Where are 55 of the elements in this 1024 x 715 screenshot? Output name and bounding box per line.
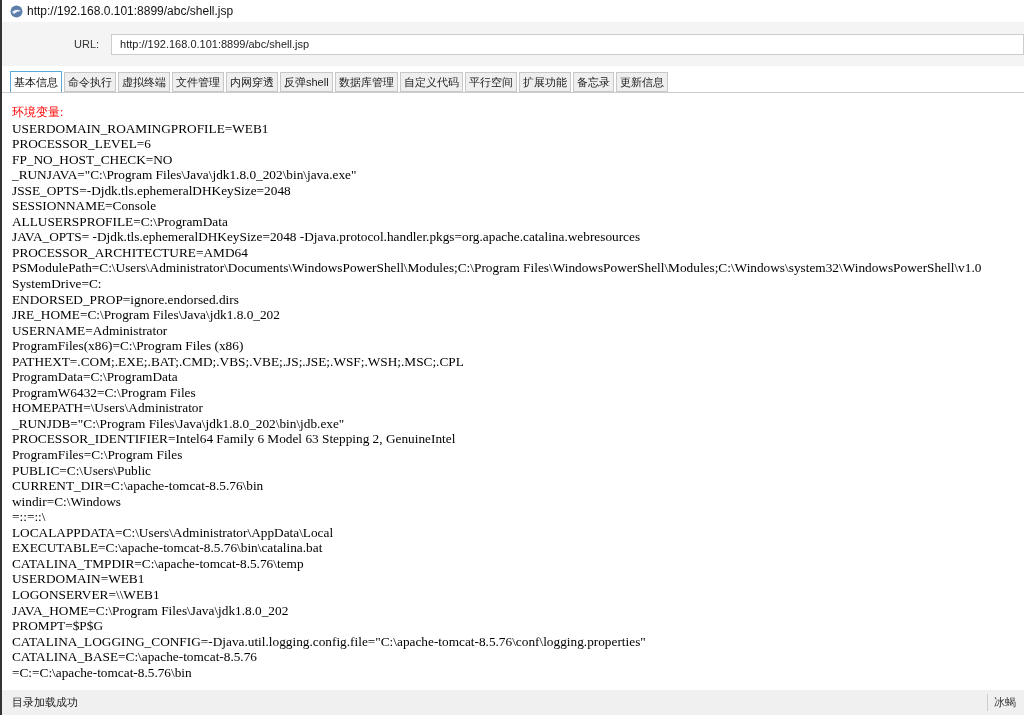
- env-line: PSModulePath=C:\Users\Administrator\Documents\WindowsPowerShell\Modules;C:\Program Files\WindowsPowerShell\Modules;C:\Windows\system32\WindowsPowerShell\v1.0: [12, 260, 983, 276]
- env-line: HOMEPATH=\Users\Administrator: [12, 400, 204, 416]
- env-line: JAVA_OPTS= -Djdk.tls.ephemeralDHKeySize=2048 -Djava.protocol.handler.pkgs=org.apache.catalina.webresources: [12, 229, 642, 245]
- tab[interactable]: 命令执行: [64, 72, 116, 92]
- env-line: USERDOMAIN=WEB1: [12, 571, 146, 587]
- tab[interactable]: 内网穿透: [226, 72, 278, 92]
- tab[interactable]: 更新信息: [615, 72, 668, 92]
- env-line: windir=C:\Windows: [12, 493, 122, 510]
- section-heading: 环境变量:: [12, 105, 65, 121]
- env-line: CATALINA_TMPDIR=C:\apache-tomcat-8.5.76\temp: [12, 555, 305, 572]
- url-field[interactable]: http://192.168.0.101:8899/abc/shell.jsp: [111, 33, 1024, 55]
- env-line: CATALINA_LOGGING_CONFIG=-Djava.util.logging.config.file="C:\apache-tomcat-8.5.76\conf\logging.properties": [12, 633, 647, 650]
- env-line: FP_NO_HOST_CHECK=NO: [12, 151, 174, 168]
- url-label: URL:: [74, 36, 100, 52]
- env-line: PROCESSOR_IDENTIFIER=Intel64 Family 6 Model 63 Stepping 2, GenuineIntel: [12, 431, 457, 448]
- env-line: PROCESSOR_ARCHITECTURE=AMD64: [12, 244, 249, 261]
- env-line: _RUNJDB="C:\Program Files\Java\jdk1.8.0_202\bin\jdb.exe": [12, 415, 346, 432]
- app-name: 冰蝎: [987, 694, 1024, 711]
- app-icon: [10, 4, 23, 18]
- env-line: EXECUTABLE=C:\apache-tomcat-8.5.76\bin\catalina.bat: [12, 540, 324, 556]
- env-line: LOGONSERVER=\\WEB1: [12, 586, 161, 603]
- tab[interactable]: 扩展功能: [518, 72, 571, 92]
- tab[interactable]: 基本信息: [10, 71, 62, 92]
- env-line: JSSE_OPTS=-Djdk.tls.ephemeralDHKeySize=2048: [12, 182, 292, 199]
- env-line: USERNAME=Administrator: [12, 322, 169, 339]
- tab[interactable]: 备忘录: [572, 72, 614, 92]
- env-line: =C:=C:\apache-tomcat-8.5.76\bin: [12, 664, 193, 681]
- env-line: LOCALAPPDATA=C:\Users\Administrator\AppData\Local: [12, 524, 335, 541]
- env-line: SESSIONNAME=Console: [12, 198, 158, 214]
- env-line: JAVA_HOME=C:\Program Files\Java\jdk1.8.0_202: [12, 602, 290, 619]
- tab[interactable]: 文件管理: [172, 72, 224, 92]
- env-line: ENDORSED_PROP=ignore.endorsed.dirs: [12, 291, 240, 308]
- env-line: SystemDrive=C:: [12, 276, 103, 292]
- env-line: ALLUSERSPROFILE=C:\ProgramData: [12, 213, 229, 230]
- env-line: CURRENT_DIR=C:\apache-tomcat-8.5.76\bin: [12, 478, 265, 494]
- tab[interactable]: 反弹shell: [280, 72, 333, 92]
- env-line: _RUNJAVA="C:\Program Files\Java\jdk1.8.0_202\bin\java.exe": [12, 167, 358, 183]
- env-line: PATHEXT=.COM;.EXE;.BAT;.CMD;.VBS;.VBE;.JS;.JSE;.WSF;.WSH;.MSC;.CPL: [12, 353, 465, 370]
- tab[interactable]: 平行空间: [464, 72, 517, 92]
- env-line: JRE_HOME=C:\Program Files\Java\jdk1.8.0_202: [12, 307, 281, 323]
- env-line: ProgramFiles(x86)=C:\Program Files (x86): [12, 338, 245, 354]
- env-line: PROMPT=$P$G: [12, 618, 104, 634]
- env-line: PUBLIC=C:\Users\Public: [12, 462, 152, 479]
- env-line: ProgramData=C:\ProgramData: [12, 369, 179, 385]
- env-line: ProgramW6432=C:\Program Files: [12, 384, 197, 401]
- env-line: CATALINA_BASE=C:\apache-tomcat-8.5.76: [12, 649, 258, 665]
- env-line: ProgramFiles=C:\Program Files: [12, 447, 184, 463]
- env-line: USERDOMAIN_ROAMINGPROFILE=WEB1: [12, 120, 270, 137]
- tab[interactable]: 虚拟终端: [118, 72, 170, 92]
- env-line: =::=::\: [12, 509, 47, 525]
- tab[interactable]: 数据库管理: [334, 72, 398, 92]
- env-line: PROCESSOR_LEVEL=6: [12, 136, 152, 152]
- window-title: http://192.168.0.101:8899/abc/shell.jsp: [27, 3, 234, 20]
- tab[interactable]: 自定义代码: [399, 72, 463, 92]
- status-message: 目录加载成功: [11, 695, 78, 711]
